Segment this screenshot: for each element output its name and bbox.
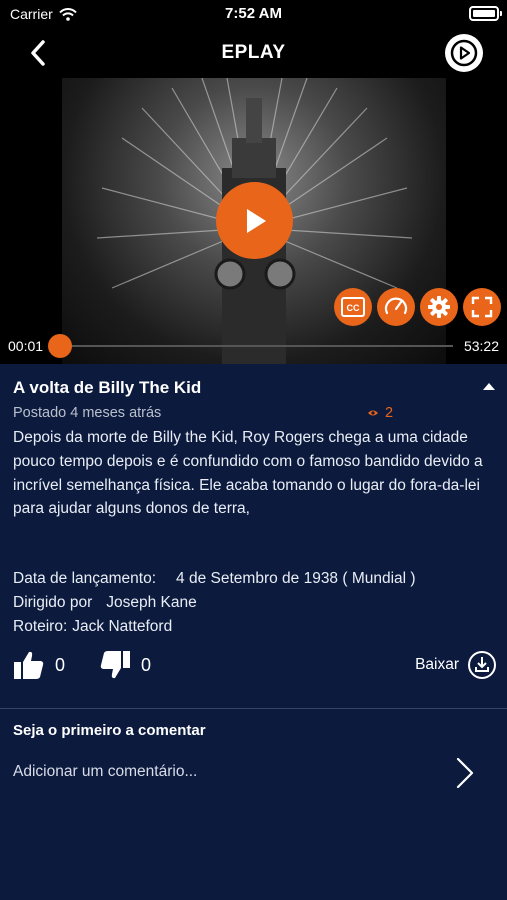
- clock: 7:52 AM: [225, 5, 282, 22]
- view-count-value: 2: [385, 405, 394, 421]
- download-icon: [468, 651, 496, 679]
- progress-track[interactable]: [60, 345, 453, 347]
- director-value: Joseph Kane: [106, 594, 197, 611]
- video-title: A volta de Billy The Kid: [13, 378, 202, 397]
- play-circle-button[interactable]: [445, 34, 483, 72]
- dislike-count: 0: [141, 654, 152, 675]
- thumbs-down-icon[interactable]: [99, 650, 131, 680]
- status-bar: Carrier 7:52 AM: [0, 0, 507, 28]
- release-label: Data de lançamento:: [13, 570, 157, 587]
- comments-heading: Seja o primeiro a comentar: [13, 722, 206, 739]
- play-circle-icon: [450, 39, 478, 67]
- page-title: EPLAY: [221, 42, 286, 63]
- director-label: Dirigido por: [13, 594, 93, 611]
- download-label: Baixar: [415, 656, 459, 673]
- download-button[interactable]: Baixar: [415, 650, 497, 680]
- play-icon: [246, 208, 266, 233]
- settings-button[interactable]: [420, 288, 458, 326]
- view-count: 2: [367, 405, 393, 421]
- video-description: Depois da morte de Billy the Kid, Roy Ro…: [13, 429, 483, 518]
- settings-gear-icon: [428, 296, 450, 318]
- progress-scrubber[interactable]: [48, 334, 72, 358]
- add-comment-row[interactable]: Adicionar um comentário...: [0, 750, 507, 796]
- play-button[interactable]: [216, 182, 293, 259]
- cc-icon: CC: [341, 297, 365, 317]
- fullscreen-icon: [471, 296, 493, 318]
- captions-button[interactable]: CC: [334, 288, 372, 326]
- video-player[interactable]: CC 00:01 53:22: [0, 78, 507, 364]
- duration: 53:22: [463, 338, 499, 354]
- writer: Roteiro: Jack Natteford: [13, 618, 172, 636]
- chevron-right-icon: [456, 757, 474, 789]
- svg-text:CC: CC: [347, 303, 360, 313]
- release-value: 4 de Setembro de 1938 ( Mundial ): [176, 570, 416, 587]
- nav-bar: EPLAY: [0, 28, 507, 78]
- rating-bar: 0 0: [13, 650, 175, 680]
- writer-label: Roteiro:: [13, 618, 68, 635]
- writer-value: Jack Natteford: [72, 618, 173, 635]
- battery-icon: [469, 6, 502, 21]
- eye-icon: [368, 410, 378, 416]
- director: Dirigido por Joseph Kane: [13, 594, 197, 612]
- speed-button[interactable]: [377, 288, 415, 326]
- posted-date: Postado 4 meses atrás: [13, 405, 162, 421]
- collapse-caret-icon[interactable]: [483, 383, 495, 390]
- current-time: 00:01: [8, 338, 44, 354]
- thumbs-up-icon[interactable]: [13, 650, 45, 680]
- fullscreen-button[interactable]: [463, 288, 501, 326]
- like-count: 0: [55, 654, 66, 675]
- add-comment-prompt: Adicionar um comentário...: [13, 763, 198, 780]
- progress-bar[interactable]: 00:01 53:22: [0, 330, 507, 360]
- speed-icon: [384, 297, 408, 315]
- release-date: Data de lançamento: 4 de Setembro de 1938…: [13, 570, 416, 588]
- divider: [0, 708, 507, 709]
